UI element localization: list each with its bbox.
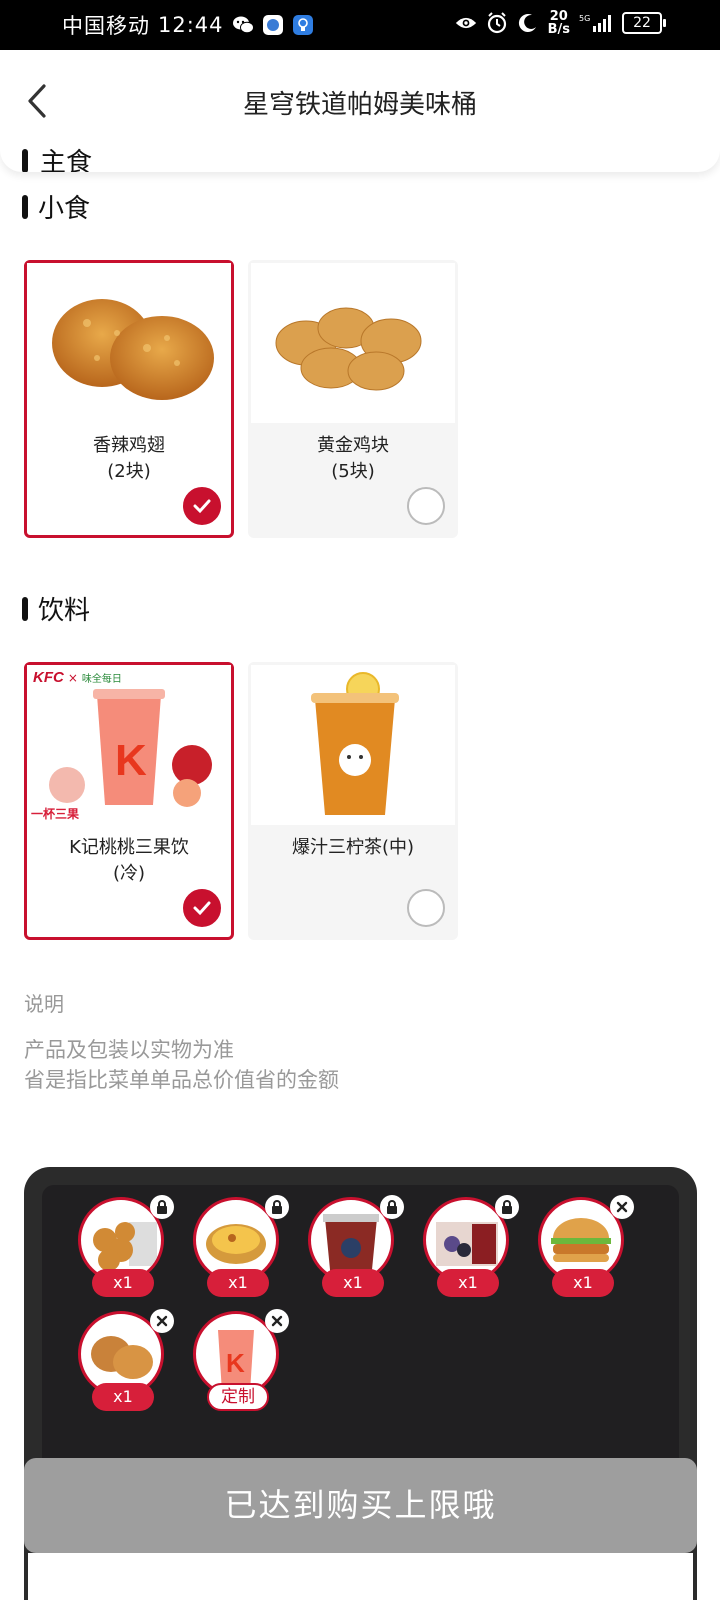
nuggets-image [251,263,455,423]
lock-icon [265,1195,289,1219]
option-name: K记桃桃三果饮 (冷) [69,837,189,884]
svg-text:K: K [226,1348,245,1378]
section-title-main: 主食 [40,148,93,172]
option-card-spicy-wings[interactable]: 香辣鸡翅 (2块) [24,260,234,538]
lock-icon [495,1195,519,1219]
section-head-drinks: 饮料 [22,590,90,627]
quantity-badge: x1 [552,1269,614,1297]
notes-line: 产品及包装以实物为准 [24,1038,234,1062]
page-title: 星穹铁道帕姆美味桶 [242,90,477,120]
spicy-wings-image [27,263,231,423]
option-name: 黄金鸡块 (5块) [317,435,389,482]
section-head-peek: 主食 [22,142,92,172]
option-card-nuggets[interactable]: 黄金鸡块 (5块) [248,260,458,538]
eye-icon [455,12,477,34]
section-marker [22,194,28,219]
quantity-badge: x1 [207,1269,269,1297]
option-card-peach-drink[interactable]: K KFC × 味全每日 一杯三果 K记桃桃三果饮 (冷) [24,662,234,940]
promo-label: 一杯三果 [31,807,80,821]
basket-item-collector-bucket[interactable]: x1 [308,1195,404,1297]
lemon-tea-image [251,665,455,825]
bulb-icon [292,14,314,36]
section-marker [22,148,28,172]
carrier-label: 中国移动 [62,14,150,38]
basket-item-fried-chicken-wings[interactable]: x1 [78,1309,174,1411]
basket-item-character-card[interactable]: x1 [423,1195,519,1297]
quantity-badge: x1 [92,1383,154,1411]
collab-x: × [67,670,78,685]
lock-icon [150,1195,174,1219]
close-icon[interactable] [265,1309,289,1333]
selected-check-icon[interactable] [183,487,221,525]
unselected-radio-icon[interactable] [407,487,445,525]
basket-item-burger[interactable]: x1 [538,1195,634,1297]
section-marker [22,596,28,621]
section-head-snacks: 小食 [22,188,90,225]
unselected-radio-icon[interactable] [407,889,445,927]
alarm-icon [486,12,508,34]
basket-item-popcorn-chicken[interactable]: x1 [78,1195,174,1297]
header: 星穹铁道帕姆美味桶 主食 [0,50,720,172]
status-bar: 中国移动 12:44 20 B/s 5G 22 [0,0,720,50]
section-title-snacks: 小食 [38,194,91,224]
quantity-badge: x1 [437,1269,499,1297]
option-card-lemon-tea[interactable]: 爆汁三柠茶(中) [248,662,458,940]
wechat-icon [232,14,254,36]
peach-drink-image: K KFC × 味全每日 一杯三果 [27,665,231,825]
close-icon[interactable] [610,1195,634,1219]
clock: 12:44 [158,13,224,37]
battery-indicator: 22 [622,12,666,34]
kfc-logo: KFC [33,669,64,686]
selected-check-icon[interactable] [183,889,221,927]
quantity-badge: x1 [322,1269,384,1297]
section-title-drinks: 饮料 [38,596,91,626]
net-speed: 20 B/s [547,9,570,37]
option-name: 香辣鸡翅 (2块) [93,435,165,482]
option-name: 爆汁三柠茶(中) [291,837,415,858]
signal-icon: 5G [579,12,613,34]
close-icon[interactable] [150,1309,174,1333]
notes-title: 说明 [24,992,64,1016]
app-icon [262,14,284,36]
notes-line: 省是指比菜单单品总价值省的金额 [24,1068,339,1092]
lock-icon [380,1195,404,1219]
customize-badge[interactable]: 定制 [207,1383,269,1411]
basket-item-egg-tart[interactable]: x1 [193,1195,289,1297]
basket-item-peach-drink[interactable]: K 定制 [193,1309,289,1411]
partner-logo: 味全每日 [81,674,122,685]
purchase-limit-toast: 已达到购买上限哦 [24,1458,697,1553]
svg-text:5G: 5G [579,14,590,23]
bottom-bar [28,1553,693,1600]
svg-text:K: K [115,736,147,785]
quantity-badge: x1 [92,1269,154,1297]
moon-icon [517,12,539,34]
